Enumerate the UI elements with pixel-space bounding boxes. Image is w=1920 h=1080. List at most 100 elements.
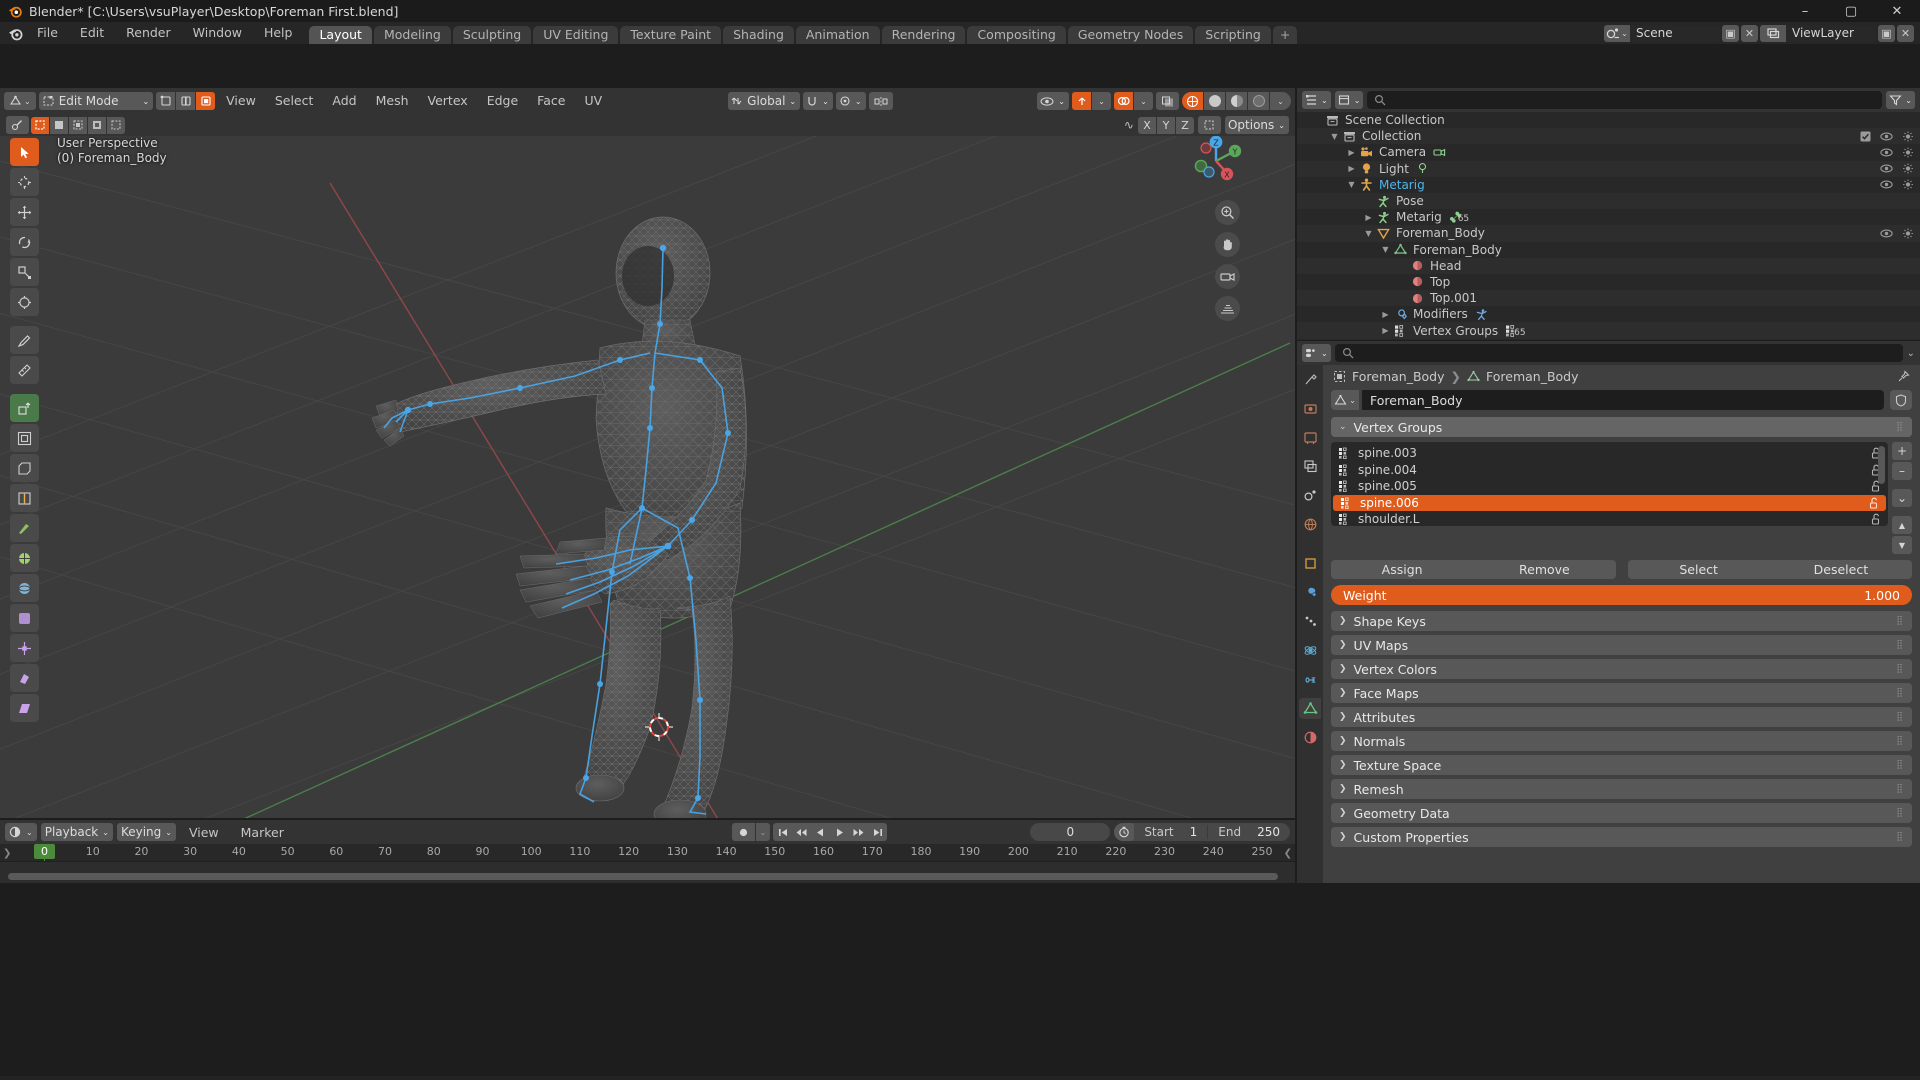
tool-tweak[interactable] [10,138,39,166]
mesh-model[interactable] [0,88,1295,818]
panel-shape-keys[interactable]: ❯ Shape Keys ⣿ [1331,611,1912,631]
tool-poly-build[interactable] [10,544,39,572]
menu-edit[interactable]: Edit [69,22,115,44]
visibility-dropdown[interactable]: ⌄ [1037,92,1069,110]
correct-face-attributes-button[interactable] [1197,116,1221,134]
viewport-menu-add[interactable]: Add [324,91,364,111]
tab-geometry-nodes[interactable]: Geometry Nodes [1067,26,1194,44]
tool-move[interactable] [10,198,39,226]
panel-custom-properties[interactable]: ❯ Custom Properties ⣿ [1331,827,1912,847]
properties-options-icon[interactable]: ⌄ [1907,348,1915,359]
list-item-selected[interactable]: spine.006 [1333,494,1886,511]
properties-editor-type-button[interactable]: ⌄ [1302,344,1331,362]
panel-normals[interactable]: ❯ Normals ⣿ [1331,731,1912,751]
chevron-right-icon[interactable]: ▶ [1379,310,1392,319]
viewport-menu-vertex[interactable]: Vertex [420,91,476,111]
mesh-data-icon[interactable]: ⌄ [1331,390,1359,410]
armature-mod-icon[interactable] [1475,308,1488,321]
viewport-menu-edge[interactable]: Edge [479,91,526,111]
outliner-filter-button[interactable]: ⌄ [1886,91,1915,109]
playback-dropdown[interactable]: Playback ⌄ [40,823,113,841]
bone-icon[interactable]: 65 [1449,210,1469,224]
outliner-row-metarig[interactable]: ▶ Metarig 65 [1297,209,1920,225]
face-select-mode-button[interactable] [196,92,216,110]
select-box-mode-button[interactable] [31,116,49,134]
shading-wireframe-button[interactable] [1182,92,1203,110]
add-vertex-group-button[interactable]: + [1892,442,1912,460]
mirror-toggle[interactable] [868,92,893,110]
list-item[interactable]: spine.004 [1331,462,1888,479]
chevron-right-icon[interactable]: ▶ [1345,164,1358,173]
tab-object[interactable] [1299,553,1321,574]
3d-viewport[interactable]: ⌄ Edit Mode ⌄ View Select Add Mesh Verte… [0,88,1295,818]
new-scene-button[interactable]: ▣ [1722,24,1739,42]
tool-measure[interactable] [10,356,39,384]
tab-material[interactable] [1299,727,1321,748]
vertex-group-specials-menu[interactable]: ⌄ [1892,489,1912,507]
viewlayer-selector[interactable]: ViewLayer [1760,24,1876,42]
viewport-options-dropdown[interactable]: Options ⌄ [1224,116,1289,134]
panel-uv-maps[interactable]: ❯ UV Maps ⣿ [1331,635,1912,655]
panel-face-maps[interactable]: ❯ Face Maps ⣿ [1331,683,1912,703]
mirror-z-button[interactable]: Z [1175,116,1194,134]
hide-in-viewport-icon[interactable] [1880,163,1893,174]
list-item[interactable]: spine.003 [1331,445,1888,462]
pin-icon[interactable] [1897,369,1910,383]
breadcrumb-object-name[interactable]: Foreman_Body [1352,369,1445,384]
move-vertex-group-down-button[interactable]: ▼ [1892,536,1912,554]
tab-modifiers[interactable] [1299,582,1321,603]
outliner-row-light[interactable]: ▶ Light [1297,160,1920,177]
hide-in-viewport-icon[interactable] [1880,228,1893,239]
chevron-right-icon[interactable]: ▶ [1362,213,1375,222]
viewport-navigation-gizmo[interactable]: Z Y X [1185,130,1247,192]
blender-menu-icon[interactable] [4,22,26,44]
outliner-display-mode-dropdown[interactable]: ⌄ [1334,91,1364,109]
keying-dropdown[interactable]: Keying ⌄ [116,823,176,841]
scene-selector[interactable]: ⌄ Scene [1604,24,1720,42]
jump-to-prev-keyframe-button[interactable] [792,823,812,841]
light-data-icon[interactable] [1416,162,1429,175]
tool-extrude[interactable] [10,394,39,422]
select-subtract-mode-button[interactable] [69,116,87,134]
tab-physics[interactable] [1299,640,1321,661]
end-frame-field[interactable]: End 250 [1207,825,1290,839]
menu-help[interactable]: Help [253,22,304,44]
overlay-dropdown[interactable]: ⌄ [1134,92,1153,110]
hide-in-viewport-icon[interactable] [1880,147,1893,158]
proportional-edit-toggle[interactable]: ⌄ [835,92,866,110]
tab-output[interactable] [1299,427,1321,448]
list-item[interactable]: spine.005 [1331,478,1888,495]
tool-settings-icon[interactable] [6,116,29,134]
outliner-row-vertex-groups[interactable]: ▶ Vertex Groups 65 [1297,322,1920,339]
shading-solid-button[interactable] [1204,92,1225,110]
proportional-falloff-icon[interactable]: ∿ [1124,118,1134,132]
add-viewlayer-button[interactable]: ▣ [1878,24,1895,42]
hide-in-viewport-icon[interactable] [1880,179,1893,190]
tab-rendering[interactable]: Rendering [881,26,966,44]
outliner-row-metarig[interactable]: ▼ Metarig [1297,177,1920,193]
shading-dropdown[interactable]: ⌄ [1270,92,1291,110]
tab-shading[interactable]: Shading [723,26,794,44]
timeline-ruler[interactable]: 10 20 30 40 50 60 70 80 90 100 110 120 130 140 150 160 1… [0,844,1295,883]
select-button[interactable]: Select [1627,560,1770,579]
hide-in-viewport-icon[interactable] [1880,131,1893,142]
panel-vertex-colors[interactable]: ❯ Vertex Colors ⣿ [1331,659,1912,679]
menu-render[interactable]: Render [115,22,182,44]
tool-spin[interactable] [10,574,39,602]
unlink-scene-button[interactable]: ✕ [1741,24,1758,42]
disable-in-renders-icon[interactable] [1902,179,1914,190]
outliner-row-head[interactable]: Head [1297,257,1920,274]
list-item[interactable]: shoulder.L [1331,511,1888,526]
show-overlays-button[interactable] [1114,92,1133,110]
tool-annotate[interactable] [10,326,39,354]
tool-rotate[interactable] [10,228,39,256]
chevron-left-icon[interactable]: ❮ [1284,848,1292,859]
tool-knife[interactable] [10,514,39,542]
tool-smooth[interactable] [10,604,39,632]
tool-scale[interactable] [10,258,39,286]
use-preview-range-icon[interactable] [1114,823,1135,841]
interaction-mode-dropdown[interactable]: Edit Mode ⌄ [38,92,154,110]
playhead[interactable]: 0 [34,844,55,859]
outliner-row-foreman-body[interactable]: ▼ Foreman_Body [1297,242,1920,258]
menu-window[interactable]: Window [182,22,253,44]
